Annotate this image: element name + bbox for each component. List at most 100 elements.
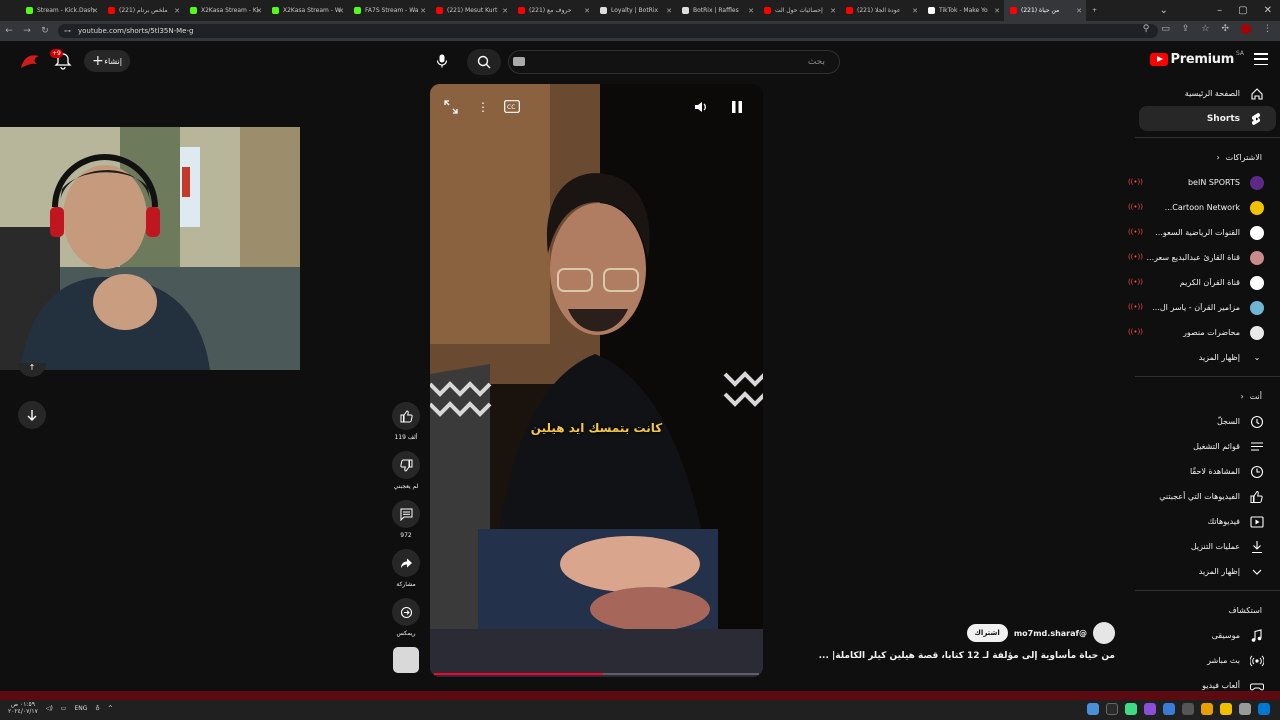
subscribe-button[interactable]: اشتراك: [966, 624, 1008, 642]
tab-close-icon[interactable]: ✕: [502, 7, 508, 15]
app-icon[interactable]: [1125, 703, 1137, 715]
subscription-item[interactable]: beIN SPORTS ((•)): [1128, 170, 1276, 195]
mic-tray-icon[interactable]: ♁: [95, 705, 99, 712]
edge-app-icon[interactable]: [1163, 703, 1175, 715]
browser-tab[interactable]: (221) حروف مع ✕: [512, 0, 594, 21]
subs-show-more[interactable]: ⌄ إظهار المزيد: [1139, 345, 1276, 370]
browser-tab[interactable]: TikTok - Make Yo ✕: [922, 0, 1004, 21]
voice-search-button[interactable]: [430, 49, 454, 73]
previous-short-button[interactable]: ↑: [18, 363, 46, 377]
dislike-button[interactable]: [392, 451, 420, 479]
subscription-item[interactable]: قناة القرآن الكريم ((•)): [1128, 270, 1276, 295]
tab-close-icon[interactable]: ✕: [584, 7, 590, 15]
reload-icon[interactable]: ↻: [36, 26, 54, 36]
volume-tray-icon[interactable]: ◁): [46, 705, 53, 712]
browser-tab[interactable]: (221) من حياة ✕: [1004, 0, 1086, 21]
channel-avatar[interactable]: [1093, 622, 1115, 644]
browser-tab[interactable]: FA7S Stream - Wa ✕: [348, 0, 430, 21]
remix-button[interactable]: [392, 598, 420, 626]
next-short-button[interactable]: [18, 401, 46, 429]
sidebar-item[interactable]: إظهار المزيد: [1139, 559, 1276, 584]
sidebar-item[interactable]: الفيديوهات التي أعجبتني: [1139, 484, 1276, 509]
browser-tab[interactable]: (221) عودة الجلا ✕: [840, 0, 922, 21]
tab-close-icon[interactable]: ✕: [666, 7, 672, 15]
tab-close-icon[interactable]: ✕: [830, 7, 836, 15]
you-header[interactable]: أنت ‹: [1135, 383, 1280, 409]
subscription-item[interactable]: Cartoon Network... ((•)): [1128, 195, 1276, 220]
search-app-icon[interactable]: [1239, 703, 1251, 715]
account-avatar[interactable]: [19, 52, 41, 70]
sidebar-item[interactable]: عمليات التنزيل: [1139, 534, 1276, 559]
sidebar-item[interactable]: Shorts: [1139, 106, 1276, 131]
bookmark-star-icon[interactable]: ☆: [1201, 24, 1209, 34]
network-tray-icon[interactable]: ▭: [61, 705, 67, 712]
comments-button[interactable]: [392, 500, 420, 528]
tab-close-icon[interactable]: ✕: [994, 7, 1000, 15]
browser-tab[interactable]: Loyalty | BotRix ✕: [594, 0, 676, 21]
tab-close-icon[interactable]: ✕: [748, 7, 754, 15]
more-options-icon[interactable]: ⋮: [477, 100, 489, 114]
sidebar-item[interactable]: قوائم التشغيل: [1139, 434, 1276, 459]
subscription-item[interactable]: محاضرات منصور ((•)): [1128, 320, 1276, 345]
browser-tab[interactable]: (221) ملخص برنام ✕: [102, 0, 184, 21]
tab-close-icon[interactable]: ✕: [420, 7, 426, 15]
sidebar-item[interactable]: موسيقى: [1139, 623, 1276, 648]
subscriptions-header[interactable]: الاشتراكات ‹: [1135, 144, 1280, 170]
extensions-icon[interactable]: ✣: [1221, 24, 1229, 34]
app-icon[interactable]: [1106, 703, 1118, 715]
notifications-button[interactable]: +9: [50, 49, 72, 70]
browser-tab[interactable]: X2Kasa Stream - W ✕: [266, 0, 348, 21]
captions-button[interactable]: CC: [504, 100, 520, 113]
minimize-icon[interactable]: –: [1217, 5, 1222, 16]
shorts-player[interactable]: ⋮ CC كانت بتمسك ايد هيلين: [430, 84, 763, 677]
obs-app-icon[interactable]: [1144, 703, 1156, 715]
file-explorer-icon[interactable]: [1220, 703, 1232, 715]
tab-close-icon[interactable]: ✕: [256, 7, 262, 15]
sidebar-item[interactable]: السجلّ: [1139, 409, 1276, 434]
tab-close-icon[interactable]: ✕: [92, 7, 98, 15]
guide-menu-icon[interactable]: [1254, 53, 1268, 65]
create-button[interactable]: + إنشاء: [84, 50, 130, 72]
tab-close-icon[interactable]: ✕: [1076, 7, 1082, 15]
browser-menu-icon[interactable]: ⋮: [1263, 24, 1272, 34]
short-title[interactable]: من حياة مأساوية إلى مؤلفة لـ 12 كتابا، ق…: [819, 651, 1115, 661]
browser-tab[interactable]: (221) Mesut Kurt ✕: [430, 0, 512, 21]
tab-close-icon[interactable]: ✕: [174, 7, 180, 15]
volume-button[interactable]: [694, 100, 708, 114]
pause-button[interactable]: [731, 100, 743, 114]
url-field[interactable]: ⊶ youtube.com/shorts/5tl35N-Me-g: [58, 24, 1158, 38]
subscription-item[interactable]: القنوات الرياضية السعو... ((•)): [1128, 220, 1276, 245]
sidebar-item[interactable]: الصفحة الرئيسية: [1139, 81, 1276, 106]
browser-tab[interactable]: إحصائيات حول الت ✕: [758, 0, 840, 21]
youtube-premium-logo[interactable]: Premium SA: [1149, 50, 1244, 67]
site-info-icon[interactable]: ⊶: [64, 24, 71, 38]
like-button[interactable]: [392, 402, 420, 430]
new-tab-button[interactable]: +: [1086, 0, 1106, 21]
sound-thumbnail[interactable]: [393, 647, 419, 673]
chrome-app-icon[interactable]: [1201, 703, 1213, 715]
steam-app-icon[interactable]: [1182, 703, 1194, 715]
tab-search-icon[interactable]: ⌄: [1160, 0, 1168, 21]
browser-tab[interactable]: X2Kasa Stream - Ki ✕: [184, 0, 266, 21]
close-window-icon[interactable]: ✕: [1264, 5, 1272, 16]
tray-chevron-icon[interactable]: ^: [108, 705, 113, 712]
tab-close-icon[interactable]: ✕: [338, 7, 344, 15]
language-indicator[interactable]: ENG: [74, 705, 87, 712]
telegram-app-icon[interactable]: [1087, 703, 1099, 715]
progress-bar[interactable]: [434, 673, 759, 675]
search-button[interactable]: [467, 49, 501, 75]
browser-tab[interactable]: Stream - Kick.Dash ✕: [20, 0, 102, 21]
channel-handle[interactable]: @mo7md.sharaf: [1014, 629, 1087, 638]
browser-tab[interactable]: BotRix | Raffles ✕: [676, 0, 758, 21]
search-input[interactable]: بحث: [508, 50, 840, 74]
keyboard-icon[interactable]: [513, 57, 525, 66]
profile-avatar[interactable]: [1241, 24, 1251, 34]
back-icon[interactable]: ←: [0, 26, 18, 36]
fullscreen-button[interactable]: [444, 100, 458, 114]
subscription-item[interactable]: قناة القارئ عبدالبديع سعر... ((•)): [1128, 245, 1276, 270]
cast-icon[interactable]: ▭: [1161, 24, 1170, 34]
sidebar-item[interactable]: بث مباشر: [1139, 648, 1276, 673]
subscription-item[interactable]: مزامير القرآن - ياسر ال... ((•)): [1128, 295, 1276, 320]
zoom-icon[interactable]: ⚲: [1143, 24, 1150, 34]
windows-start-icon[interactable]: [1258, 703, 1270, 715]
